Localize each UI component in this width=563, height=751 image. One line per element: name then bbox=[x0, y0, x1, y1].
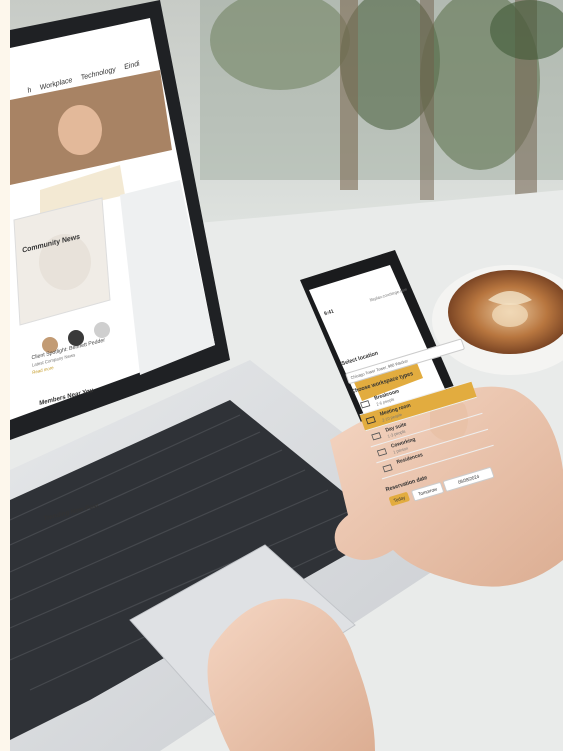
url-bar[interactable]: lifeplan.concierge.com bbox=[369, 286, 408, 302]
residences-icon bbox=[381, 462, 393, 473]
nav-item[interactable]: h bbox=[27, 85, 31, 94]
today-button[interactable]: Today bbox=[388, 491, 411, 507]
nav-item[interactable]: Eindi bbox=[124, 59, 140, 71]
coworking-icon bbox=[376, 446, 388, 457]
nav-item[interactable]: Technology bbox=[81, 64, 116, 81]
section-title: Community News bbox=[21, 232, 81, 255]
breakroom-icon bbox=[359, 398, 371, 409]
date-input[interactable]: 09/28/2024 bbox=[442, 466, 495, 493]
bottom-title: Trending Now Post bbox=[43, 502, 99, 523]
status-time: 9:41 bbox=[323, 308, 335, 318]
photo: h Workplace Technology Eindi Community N… bbox=[10, 0, 563, 751]
meeting-room-icon bbox=[365, 414, 377, 425]
members-title: Members Near You bbox=[39, 387, 94, 407]
day-suite-icon bbox=[370, 430, 382, 441]
laptop-nav: h Workplace Technology Eindi bbox=[27, 46, 174, 98]
laptop-screen: h Workplace Technology Eindi Community N… bbox=[10, 0, 350, 610]
nav-item[interactable]: Workplace bbox=[40, 75, 73, 91]
